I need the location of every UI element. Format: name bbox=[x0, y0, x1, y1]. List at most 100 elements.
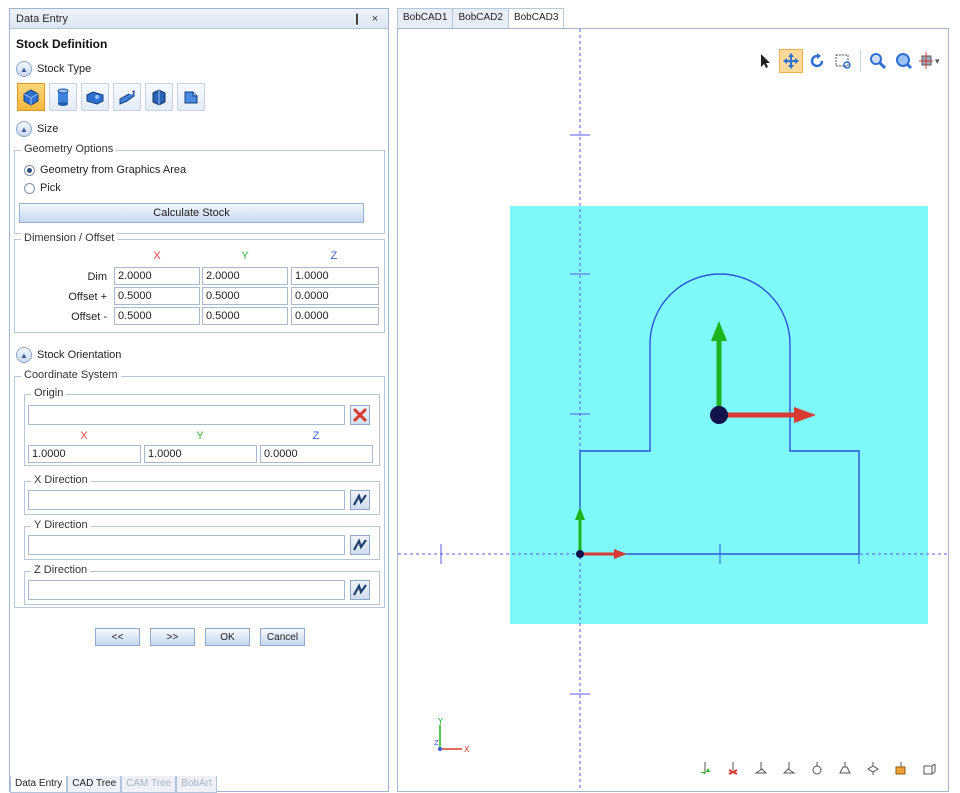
tab-data-entry[interactable]: Data Entry bbox=[10, 776, 68, 793]
collapse-icon[interactable]: ▲ bbox=[16, 347, 32, 363]
view-options-icon[interactable]: ▾ bbox=[918, 49, 942, 73]
extrude-stock-icon[interactable] bbox=[81, 83, 109, 111]
origin-header-y: Y bbox=[196, 430, 204, 442]
pick-z-direction-button[interactable] bbox=[350, 580, 370, 600]
group-legend: X Direction bbox=[31, 474, 91, 486]
group-legend: Y Direction bbox=[31, 519, 91, 531]
header-x: X bbox=[153, 250, 161, 262]
tab-cam-tree[interactable]: CAM Tree bbox=[121, 776, 177, 793]
radio-graphics-area[interactable]: Geometry from Graphics Area bbox=[24, 164, 186, 176]
origin-header-z: Z bbox=[312, 430, 320, 442]
panel-title: Data Entry bbox=[16, 12, 68, 25]
tab-bobart[interactable]: BobArt bbox=[176, 776, 217, 793]
view-front-icon[interactable] bbox=[808, 759, 826, 777]
next-button[interactable]: >> bbox=[150, 628, 195, 646]
tab-bobcad3[interactable]: BobCAD3 bbox=[507, 8, 565, 28]
cylinder-stock-icon[interactable] bbox=[49, 83, 77, 111]
document-tabs: BobCAD1 BobCAD2 BobCAD3 bbox=[397, 8, 565, 28]
group-legend: Geometry Options bbox=[21, 143, 117, 155]
dimension-offset-group: Dimension / Offset X Y Z Dim 2.0000 2.00… bbox=[14, 232, 385, 333]
z-direction-group: Z Direction bbox=[24, 564, 380, 605]
radio-button[interactable] bbox=[24, 182, 35, 194]
stock-origin-point[interactable] bbox=[710, 406, 728, 424]
panel-header: Data Entry ❙ × bbox=[10, 9, 388, 29]
select-icon[interactable] bbox=[753, 49, 777, 73]
pick-y-direction-button[interactable] bbox=[350, 535, 370, 555]
origin-header-x: X bbox=[80, 430, 88, 442]
zoom-in-icon[interactable] bbox=[866, 49, 890, 73]
view-triad: Y X Z bbox=[434, 717, 470, 754]
coordinate-system-group: Coordinate System Origin X Y Z 1.0000 1.… bbox=[14, 369, 385, 608]
data-entry-panel: Data Entry ❙ × Stock Definition ▲ Stock … bbox=[9, 8, 389, 793]
stock-orientation-header[interactable]: ▲ Stock Orientation bbox=[16, 347, 121, 363]
collapse-icon[interactable]: ▲ bbox=[16, 121, 32, 137]
radio-button[interactable] bbox=[24, 164, 35, 176]
offset-minus-z-field[interactable]: 0.0000 bbox=[291, 307, 379, 325]
origin-y-field[interactable]: 1.0000 bbox=[144, 445, 257, 463]
triad-z-label: Z bbox=[434, 739, 439, 747]
close-icon[interactable]: × bbox=[368, 13, 382, 25]
tab-bobcad1[interactable]: BobCAD1 bbox=[397, 8, 454, 28]
pick-direction-icon bbox=[353, 538, 367, 551]
view-left-icon[interactable] bbox=[752, 759, 770, 777]
offset-plus-y-field[interactable]: 0.5000 bbox=[202, 287, 288, 305]
tab-cad-tree[interactable]: CAD Tree bbox=[67, 776, 122, 793]
cancel-button[interactable]: Cancel bbox=[260, 628, 305, 646]
dim-y-field[interactable]: 2.0000 bbox=[202, 267, 288, 285]
zoom-window-icon[interactable] bbox=[831, 49, 855, 73]
y-direction-group: Y Direction bbox=[24, 519, 380, 560]
row-label-offset-minus: Offset - bbox=[71, 311, 107, 323]
view-iso-icon[interactable] bbox=[864, 759, 882, 777]
stock-type-buttons bbox=[17, 83, 205, 111]
origin-z-field[interactable]: 0.0000 bbox=[260, 445, 373, 463]
offset-plus-x-field[interactable]: 0.5000 bbox=[114, 287, 200, 305]
svg-text:▾: ▾ bbox=[935, 57, 940, 67]
previous-button[interactable]: << bbox=[95, 628, 140, 646]
view-toolbar: ▾ bbox=[753, 49, 942, 73]
calculate-stock-button[interactable]: Calculate Stock bbox=[19, 203, 364, 223]
size-header[interactable]: ▲ Size bbox=[16, 121, 58, 137]
view-top-icon[interactable] bbox=[696, 759, 714, 777]
block-stock-icon[interactable] bbox=[17, 83, 45, 111]
z-direction-field[interactable] bbox=[28, 580, 345, 600]
x-direction-field[interactable] bbox=[28, 490, 345, 510]
rotate-icon[interactable] bbox=[805, 49, 829, 73]
offset-minus-x-field[interactable]: 0.5000 bbox=[114, 307, 200, 325]
origin-field[interactable] bbox=[28, 405, 345, 425]
dim-x-field[interactable]: 2.0000 bbox=[114, 267, 200, 285]
size-label: Size bbox=[37, 123, 59, 135]
stock-type-header[interactable]: ▲ Stock Type bbox=[16, 61, 91, 77]
view-wire-icon[interactable] bbox=[920, 759, 938, 777]
view-shaded-icon[interactable] bbox=[892, 759, 910, 777]
view-right-icon[interactable] bbox=[780, 759, 798, 777]
dim-z-field[interactable]: 1.0000 bbox=[291, 267, 379, 285]
pin-icon[interactable]: ❙ bbox=[350, 12, 364, 25]
radio-label: Geometry from Graphics Area bbox=[40, 164, 187, 176]
view-orientation-toolbar bbox=[696, 759, 938, 777]
origin-x-field[interactable]: 1.0000 bbox=[28, 445, 141, 463]
stock-orientation-label: Stock Orientation bbox=[37, 349, 122, 361]
collapse-icon[interactable]: ▲ bbox=[16, 61, 32, 77]
view-bottom-icon[interactable] bbox=[724, 759, 742, 777]
custom-stock-icon[interactable] bbox=[177, 83, 205, 111]
panel-tabs: Data Entry CAD Tree CAM Tree BobArt bbox=[10, 776, 217, 793]
header-y: Y bbox=[241, 250, 249, 262]
clear-origin-button[interactable] bbox=[350, 405, 370, 425]
zoom-fit-icon[interactable] bbox=[892, 49, 916, 73]
triad-y-label: Y bbox=[437, 717, 443, 726]
y-direction-field[interactable] bbox=[28, 535, 345, 555]
cad-scene[interactable] bbox=[398, 29, 949, 792]
ok-button[interactable]: OK bbox=[205, 628, 250, 646]
offset-plus-z-field[interactable]: 0.0000 bbox=[291, 287, 379, 305]
view-back-icon[interactable] bbox=[836, 759, 854, 777]
tube-stock-icon[interactable] bbox=[113, 83, 141, 111]
graphics-area[interactable]: ▾ Y X Z bbox=[397, 28, 949, 792]
radio-pick[interactable]: Pick bbox=[24, 182, 61, 194]
group-legend: Z Direction bbox=[31, 564, 91, 576]
stl-stock-icon[interactable] bbox=[145, 83, 173, 111]
pick-x-direction-button[interactable] bbox=[350, 490, 370, 510]
tab-bobcad2[interactable]: BobCAD2 bbox=[452, 8, 509, 28]
header-z: Z bbox=[330, 250, 338, 262]
pan-icon[interactable] bbox=[779, 49, 803, 73]
offset-minus-y-field[interactable]: 0.5000 bbox=[202, 307, 288, 325]
